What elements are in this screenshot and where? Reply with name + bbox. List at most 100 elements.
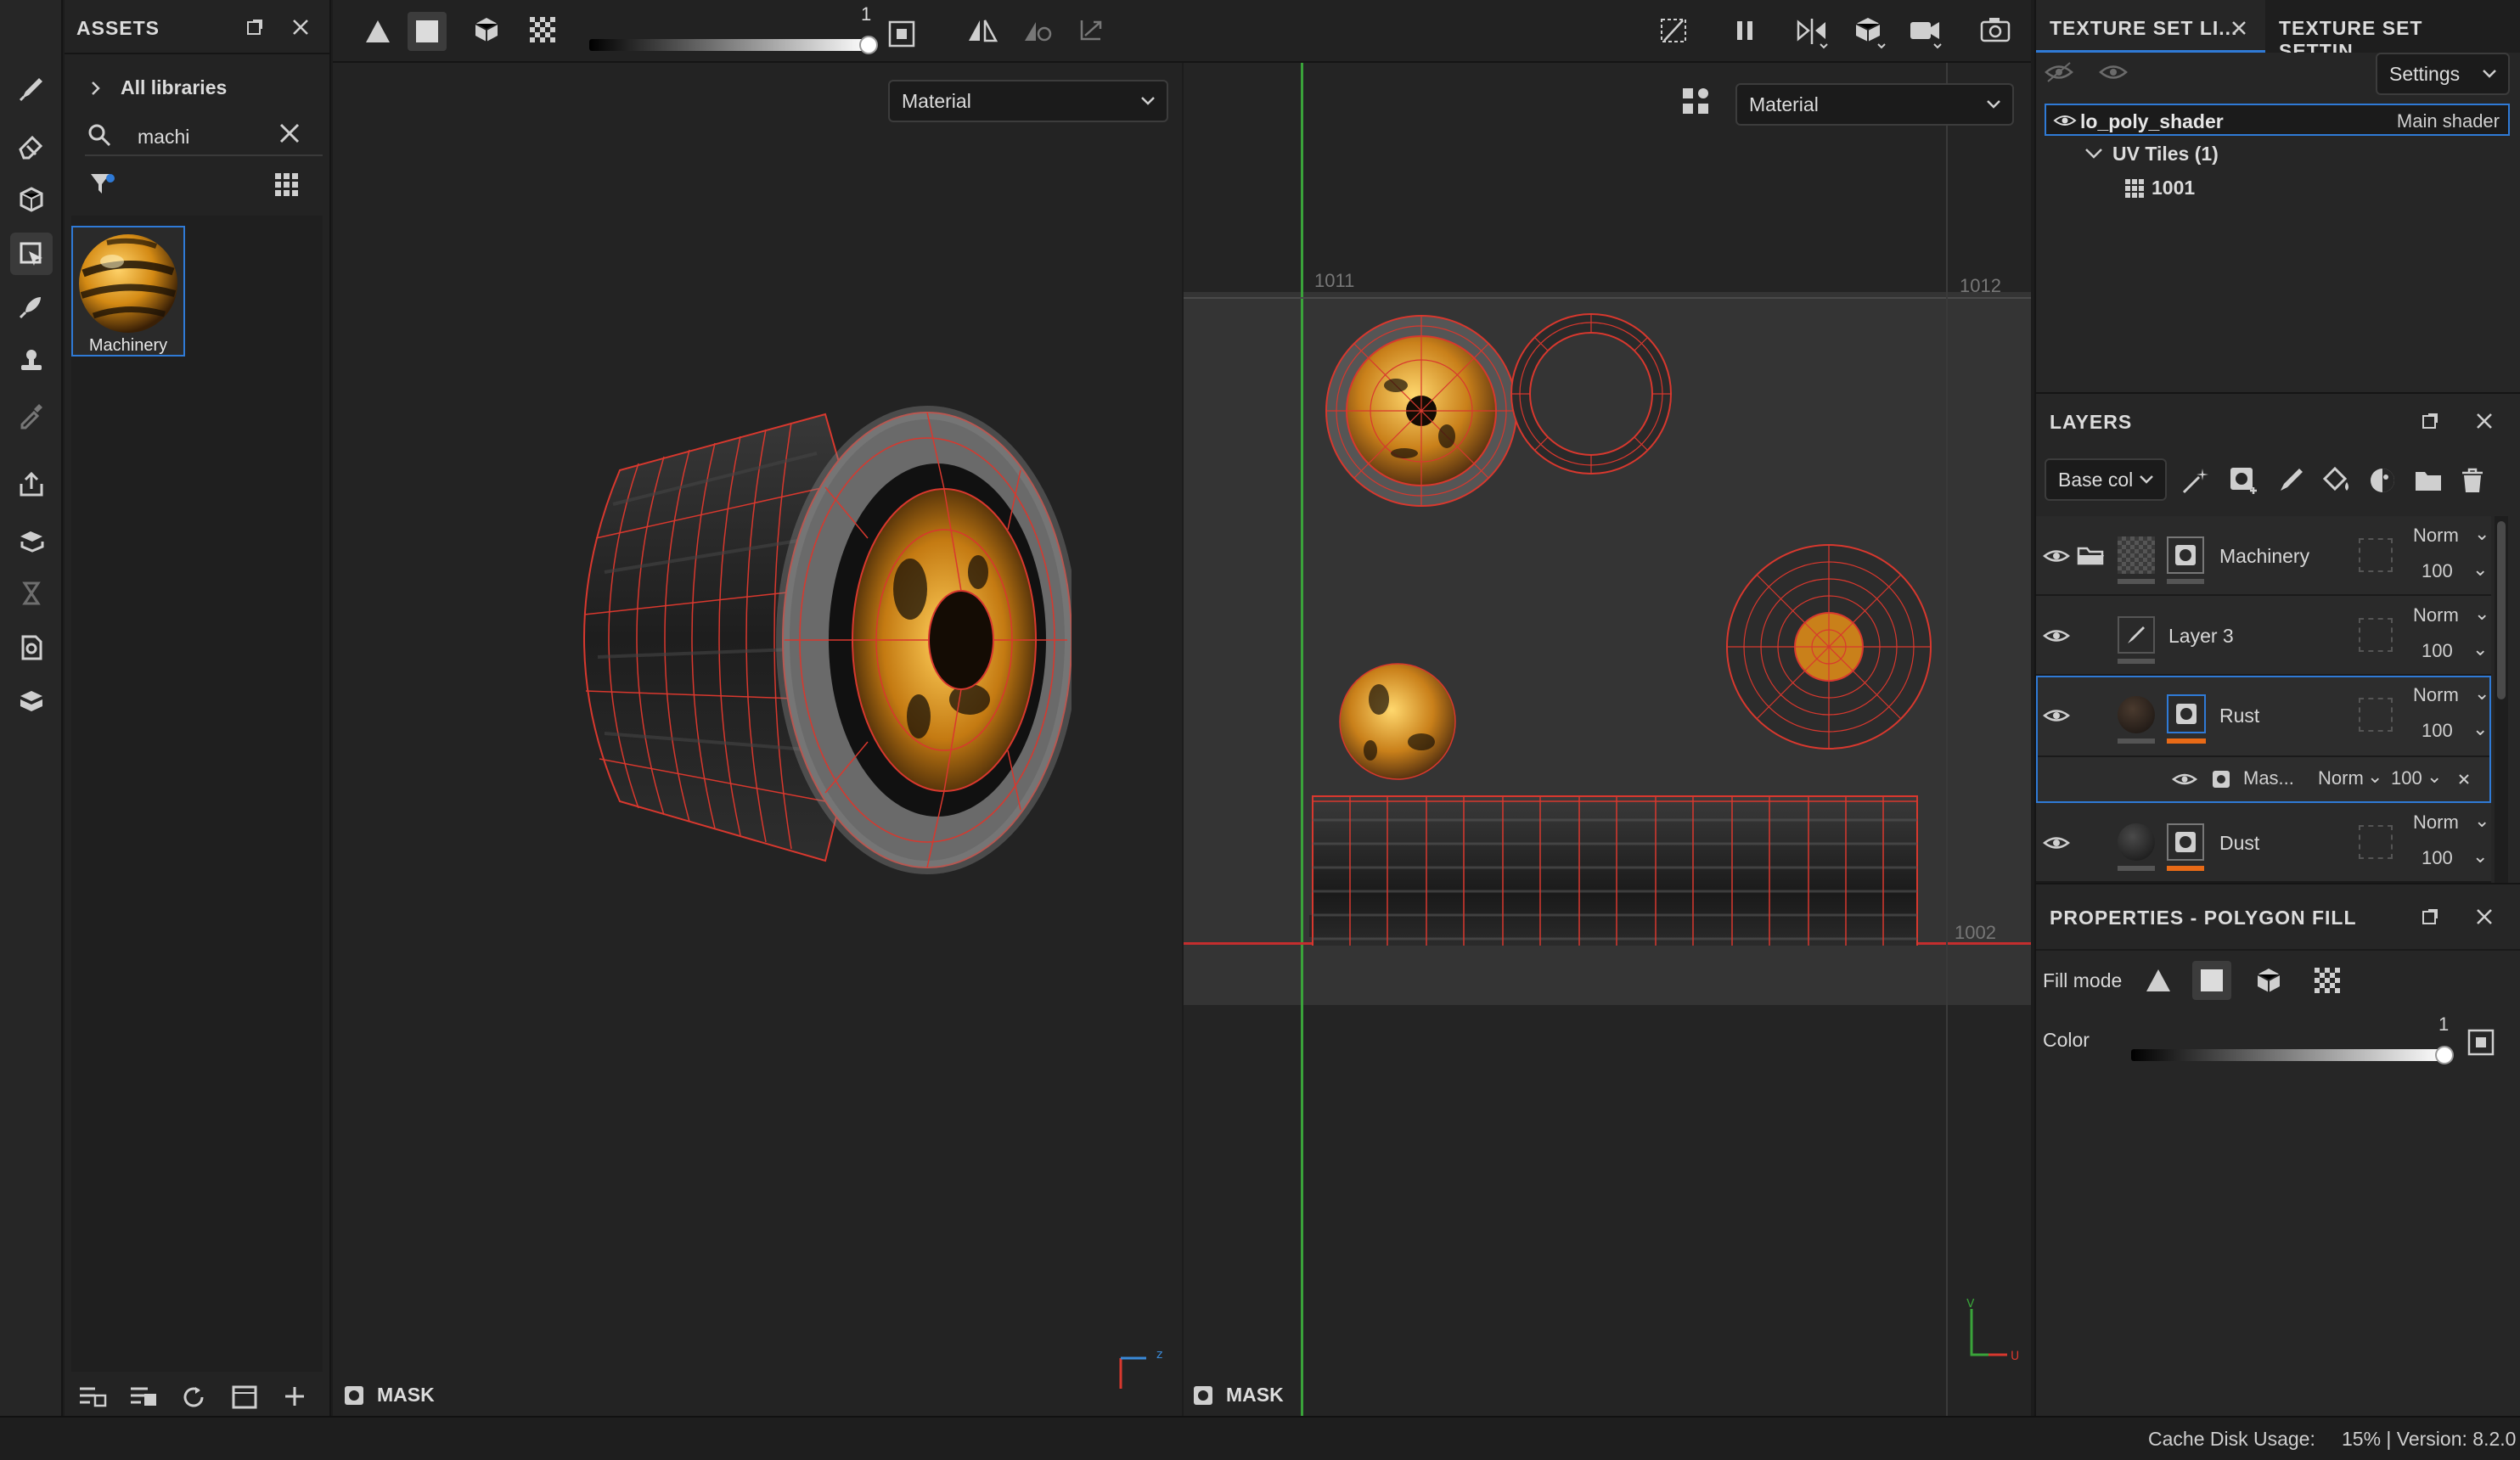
- blend-chevron-icon[interactable]: ⌄: [2474, 603, 2489, 625]
- texture-set-row[interactable]: lo_poly_shader Main shader: [2045, 104, 2510, 136]
- color-value-slider[interactable]: [2131, 1049, 2445, 1061]
- mask-row-opacity[interactable]: 100: [2391, 767, 2422, 789]
- layer-opacity[interactable]: 100: [2422, 640, 2453, 662]
- settings-dropdown[interactable]: Settings: [2376, 53, 2510, 95]
- layer-opacity[interactable]: 100: [2422, 847, 2453, 869]
- blend-mode[interactable]: Norm: [2413, 604, 2459, 626]
- paint-brush-tool-icon[interactable]: [10, 68, 53, 110]
- transform-arrow-icon[interactable]: [1077, 17, 1105, 44]
- uv-chunk-fill-mode-icon[interactable]: [2313, 966, 2343, 995]
- clone-stamp-tool-icon[interactable]: [10, 340, 53, 382]
- remove-mask-icon[interactable]: [2457, 772, 2471, 786]
- refresh-icon[interactable]: [180, 1384, 207, 1411]
- viewport-2d-uv[interactable]: 1011 1012 1001 1002 Material: [1184, 63, 2031, 1416]
- close-icon[interactable]: [2474, 411, 2495, 431]
- add-effect-wand-icon[interactable]: [2180, 465, 2211, 496]
- uv-chunk-fill-mode-icon[interactable]: [528, 15, 557, 44]
- viewport-3d-mode-dropdown[interactable]: Material: [888, 80, 1168, 122]
- add-paint-layer-icon[interactable]: [2275, 465, 2306, 496]
- polygon-fill-tool-icon[interactable]: [10, 233, 53, 275]
- blend-chevron-icon[interactable]: ⌄: [2474, 810, 2489, 832]
- close-tab-icon[interactable]: [2230, 19, 2248, 37]
- mask-row[interactable]: Mas... Norm ⌄ 100 ⌄: [2038, 757, 2489, 801]
- symmetry-icon[interactable]: [966, 17, 998, 44]
- eye-icon[interactable]: [2099, 61, 2128, 83]
- add-icon[interactable]: [282, 1384, 307, 1409]
- opacity-chevron-icon[interactable]: ⌄: [2472, 559, 2488, 581]
- viewport-2d-mode-dropdown[interactable]: Material: [1735, 83, 2014, 126]
- chevron-right-icon[interactable]: [88, 78, 104, 98]
- filter-icon[interactable]: [88, 170, 117, 199]
- eye-icon[interactable]: [2043, 547, 2070, 565]
- delete-layer-icon[interactable]: [2457, 465, 2488, 496]
- triangle-fill-mode-icon[interactable]: [363, 17, 392, 46]
- mask-row-blend[interactable]: Norm: [2318, 767, 2364, 789]
- chevron-down-icon[interactable]: [2084, 146, 2104, 161]
- eye-icon[interactable]: [2172, 771, 2197, 788]
- document-search-icon[interactable]: [10, 626, 53, 669]
- close-icon[interactable]: [2474, 907, 2495, 927]
- channel-dropdown[interactable]: Base col: [2045, 458, 2167, 501]
- smudge-tool-icon[interactable]: [10, 285, 53, 328]
- uv-tiles-label[interactable]: UV Tiles (1): [2112, 143, 2219, 166]
- hide-uv-icon[interactable]: [1659, 17, 1688, 44]
- search-input[interactable]: machi: [138, 126, 189, 149]
- add-smart-material-icon[interactable]: [2367, 465, 2398, 496]
- layer-opacity[interactable]: 100: [2422, 720, 2453, 742]
- mirror-angle-icon[interactable]: [1022, 17, 1053, 44]
- undock-icon[interactable]: [2420, 411, 2440, 431]
- mask-toggle-2d[interactable]: MASK: [1192, 1384, 1284, 1407]
- clear-search-icon[interactable]: [277, 121, 302, 146]
- eye-icon[interactable]: [2043, 834, 2070, 852]
- camera-video-icon[interactable]: [1909, 15, 1943, 49]
- slider-handle[interactable]: [2435, 1046, 2454, 1064]
- mesh-fill-mode-icon[interactable]: [472, 15, 501, 44]
- import-list-icon[interactable]: [78, 1384, 107, 1409]
- eye-icon[interactable]: [2053, 112, 2077, 129]
- add-fill-layer-icon[interactable]: [2321, 465, 2352, 496]
- add-folder-icon[interactable]: [2413, 465, 2444, 496]
- color-swap-icon[interactable]: [2467, 1029, 2495, 1056]
- polygon-fill-mode-icon[interactable]: [408, 12, 447, 51]
- layer-row-dust[interactable]: Dust Norm ⌄ 100 ⌄: [2036, 803, 2491, 883]
- layers-scrollbar[interactable]: [2495, 516, 2508, 883]
- bake-mesh-icon[interactable]: [10, 518, 53, 560]
- asset-thumbnail-machinery[interactable]: Machinery: [71, 226, 185, 357]
- pause-icon[interactable]: [1734, 19, 1756, 42]
- eye-icon[interactable]: [2043, 706, 2070, 725]
- library-stack-icon[interactable]: [129, 1384, 158, 1409]
- eye-icon[interactable]: [2043, 626, 2070, 645]
- viewport-3d[interactable]: Material z MASK: [333, 63, 1182, 1416]
- tab-texture-set-settings[interactable]: TEXTURE SET SETTIN...: [2270, 0, 2520, 62]
- tab-texture-set-list[interactable]: TEXTURE SET LI...: [2036, 0, 2265, 53]
- close-icon[interactable]: [290, 17, 311, 37]
- blend-chevron-icon[interactable]: ⌄: [2474, 682, 2489, 705]
- opacity-chevron-icon[interactable]: ⌄: [2472, 718, 2488, 740]
- mesh-fill-mode-icon[interactable]: [2253, 966, 2284, 995]
- undock-icon[interactable]: [245, 17, 265, 37]
- mask-opacity-chevron-icon[interactable]: ⌄: [2427, 766, 2442, 788]
- grid-view-icon[interactable]: [273, 171, 301, 199]
- blend-mode[interactable]: Norm: [2413, 525, 2459, 547]
- opacity-chevron-icon[interactable]: ⌄: [2472, 845, 2488, 868]
- add-mask-icon[interactable]: [2228, 465, 2258, 496]
- eraser-tool-icon[interactable]: [10, 124, 53, 166]
- mask-thumbnail-icon[interactable]: [2167, 694, 2206, 733]
- blend-chevron-icon[interactable]: ⌄: [2474, 523, 2489, 545]
- mask-thumbnail-icon[interactable]: [2167, 823, 2204, 861]
- breadcrumb-all-libraries[interactable]: All libraries: [121, 76, 227, 99]
- blend-mode[interactable]: Norm: [2413, 811, 2459, 834]
- undock-icon[interactable]: [2420, 907, 2440, 927]
- color-picker-tool-icon[interactable]: [10, 394, 53, 436]
- split-view-icon[interactable]: [1795, 15, 1829, 49]
- slider-handle[interactable]: [859, 36, 878, 54]
- triangle-fill-mode-icon[interactable]: [2143, 966, 2174, 995]
- layer-row-rust[interactable]: Rust Norm ⌄ 100 ⌄ Mas... Norm ⌄ 100 ⌄: [2036, 676, 2491, 803]
- projection-tool-icon[interactable]: [10, 178, 53, 221]
- layer-opacity[interactable]: 100: [2422, 560, 2453, 582]
- uv-tile-1001[interactable]: 1001: [2152, 177, 2195, 199]
- hourglass-icon[interactable]: [10, 572, 53, 615]
- blend-mode[interactable]: Norm: [2413, 684, 2459, 706]
- eye-slash-icon[interactable]: [2045, 61, 2073, 83]
- display-settings-icon[interactable]: [1681, 87, 1710, 115]
